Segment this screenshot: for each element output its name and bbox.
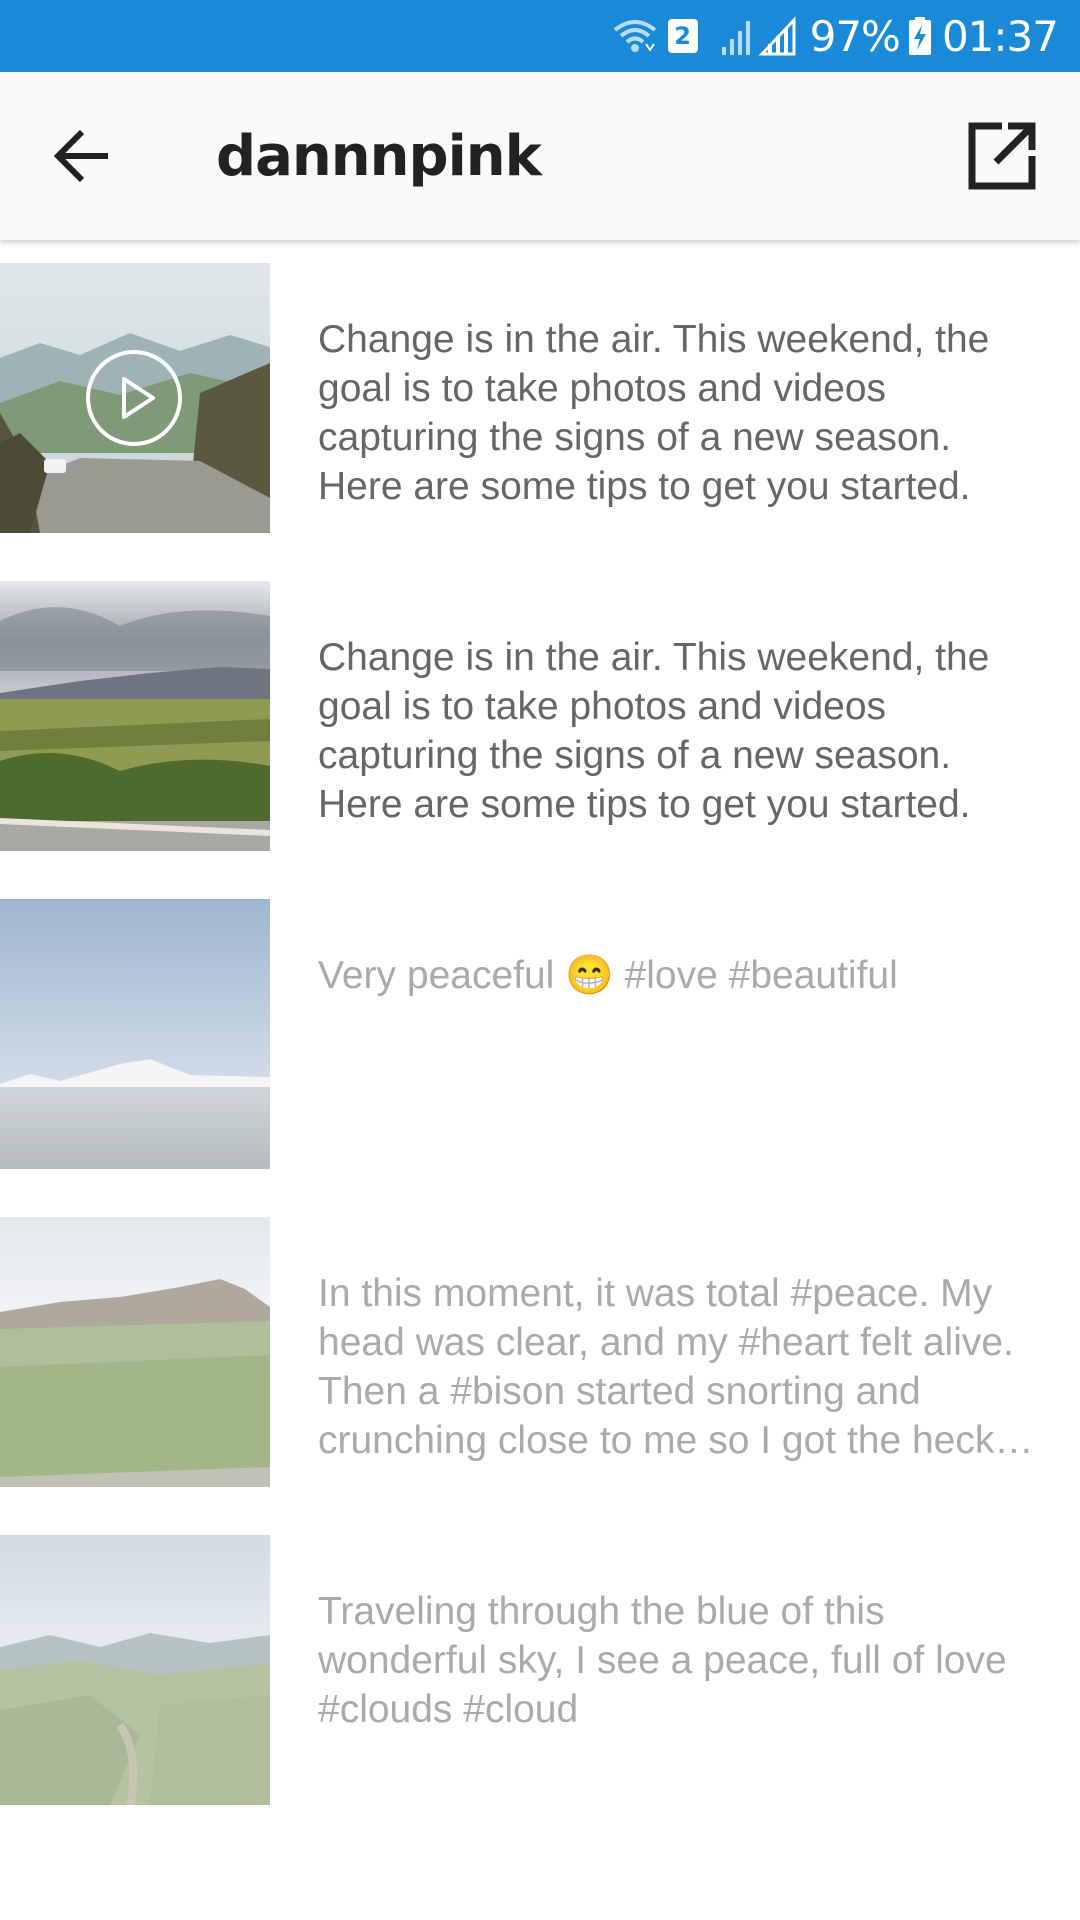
play-icon xyxy=(86,350,182,446)
app-bar: dannnpink xyxy=(0,72,1080,240)
status-icons: 2 97% 01:37 xyxy=(612,0,1059,72)
back-button[interactable] xyxy=(44,118,122,194)
post-caption: Change is in the air. This weekend, the … xyxy=(318,318,990,508)
post-thumbnail xyxy=(0,263,270,533)
status-bar: 2 97% 01:37 xyxy=(0,0,1080,72)
wifi-icon xyxy=(612,16,658,56)
post-caption: Traveling through the blue of this wonde… xyxy=(318,1590,1007,1731)
signal-icon xyxy=(720,17,754,55)
post-thumbnail xyxy=(0,581,270,851)
page-title: dannnpink xyxy=(216,124,542,189)
sim-badge: 2 xyxy=(667,19,698,53)
clock: 01:37 xyxy=(941,11,1059,61)
post-item[interactable]: In this moment, it was total #peace. My … xyxy=(0,1217,1080,1487)
post-item[interactable]: Change is in the air. This weekend, the … xyxy=(0,581,1080,851)
post-item[interactable]: Traveling through the blue of this wonde… xyxy=(0,1535,1080,1805)
post-thumbnail xyxy=(0,1535,270,1805)
post-caption: In this moment, it was total #peace. My … xyxy=(318,1272,1014,1462)
arrow-back-icon xyxy=(53,129,108,183)
post-thumbnail xyxy=(0,1217,270,1487)
post-item[interactable]: Change is in the air. This weekend, the … xyxy=(0,263,1080,533)
post-thumbnail xyxy=(0,899,270,1169)
post-caption: Change is in the air. This weekend, the … xyxy=(318,636,990,826)
open-external-icon xyxy=(968,122,1036,190)
post-item[interactable]: Very peaceful 😁 #love #beautiful xyxy=(0,899,1080,1169)
battery-percent: 97% xyxy=(809,11,901,61)
open-external-button[interactable] xyxy=(962,116,1042,196)
signal-icon-2 xyxy=(758,16,798,56)
battery-charging-icon xyxy=(908,16,932,56)
post-caption: Very peaceful 😁 #love #beautiful xyxy=(318,954,898,997)
